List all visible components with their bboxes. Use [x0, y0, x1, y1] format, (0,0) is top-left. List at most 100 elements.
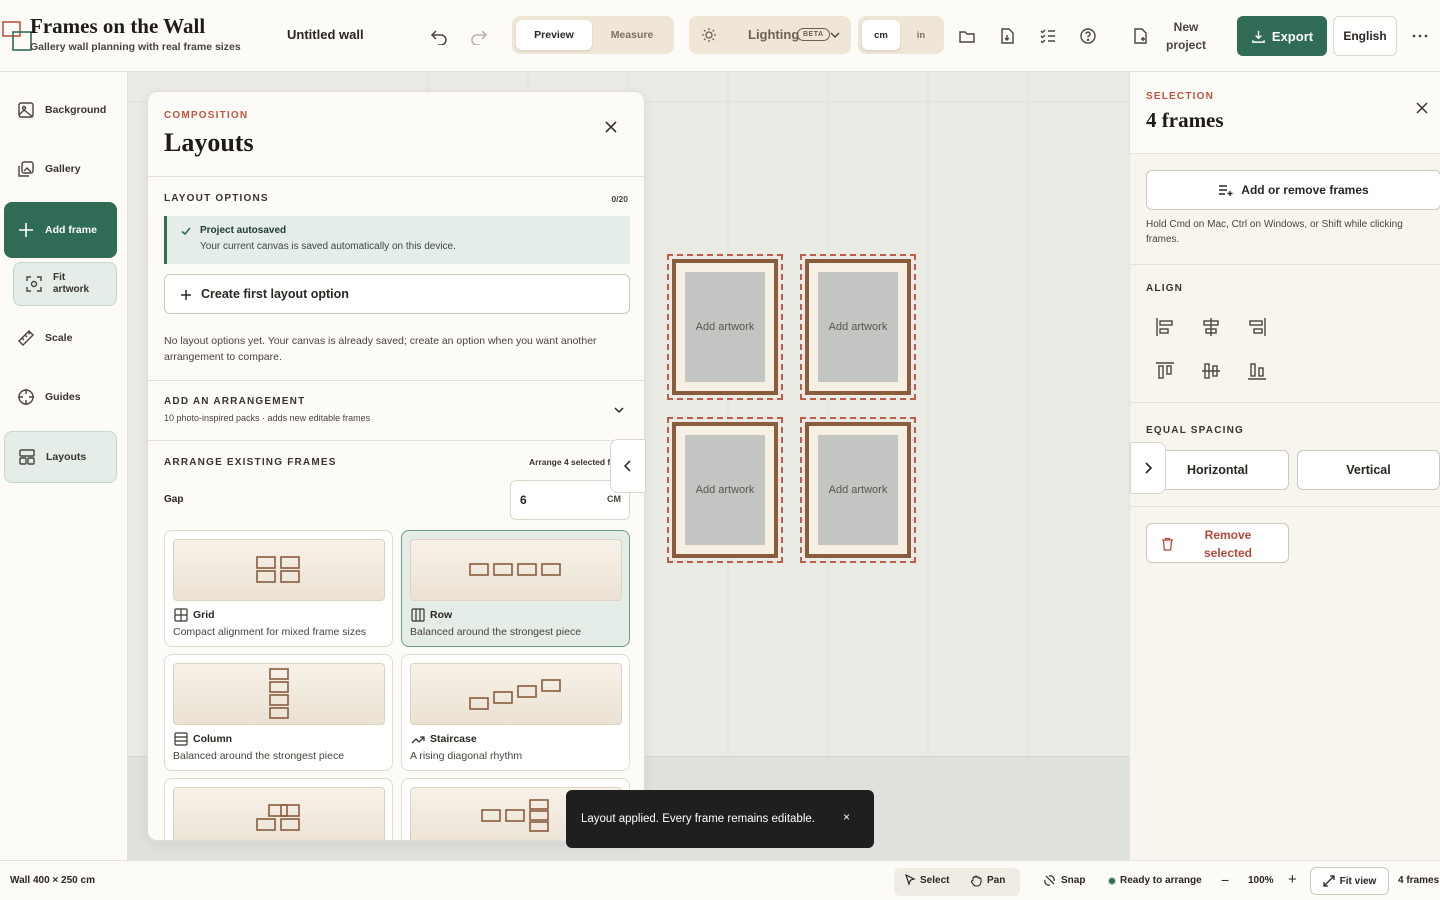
layouts-panel: COMPOSITION Layouts LAYOUT OPTIONS 0/20 …: [147, 91, 645, 841]
add-remove-frames-button[interactable]: Add or remove frames: [1146, 170, 1440, 210]
undo-icon[interactable]: [427, 24, 451, 48]
add-frame-button[interactable]: Add frame: [4, 202, 117, 258]
sidebar-item-layouts[interactable]: Layouts: [4, 431, 117, 483]
trend-up-icon: [411, 736, 425, 744]
remove-selected-button[interactable]: Remove selected: [1146, 523, 1289, 563]
align-left-icon[interactable]: [1154, 316, 1176, 338]
lighting-dropdown[interactable]: Lighting BETA: [689, 16, 851, 54]
add-arrangement-toggle[interactable]: ADD AN ARRANGEMENT 10 photo-inspired pac…: [148, 381, 644, 440]
align-center-vertical-icon[interactable]: [1200, 360, 1222, 382]
layout-card-column[interactable]: Column Balanced around the strongest pie…: [164, 654, 393, 771]
frame[interactable]: Add artwork: [800, 254, 916, 400]
gap-unit: CM: [607, 494, 621, 504]
sidebar-item-guides[interactable]: Guides: [4, 371, 117, 423]
cursor-icon: [905, 874, 916, 886]
language-button[interactable]: English: [1333, 16, 1397, 56]
fit-view-label: Fit view: [1339, 875, 1377, 887]
layout-thumbnail: [410, 663, 622, 725]
select-tool-button[interactable]: Select: [904, 874, 949, 886]
create-layout-label: Create first layout option: [201, 287, 349, 301]
snap-label: Snap: [1061, 875, 1086, 886]
beta-badge: BETA: [797, 28, 830, 41]
space-horizontal-button[interactable]: Horizontal: [1146, 450, 1289, 490]
toast-notification: Layout applied. Every frame remains edit…: [566, 790, 874, 848]
export-button[interactable]: Export: [1237, 16, 1327, 56]
add-artwork-placeholder[interactable]: Add artwork: [818, 435, 898, 545]
add-artwork-placeholder[interactable]: Add artwork: [685, 435, 765, 545]
more-icon[interactable]: [1408, 24, 1432, 48]
lighting-label: Lighting: [748, 27, 800, 42]
layout-thumbnail: [173, 663, 385, 725]
pan-tool-button[interactable]: Pan: [970, 874, 1005, 887]
layout-card-description: Balanced around the strongest piece: [410, 626, 582, 638]
sidebar-item-label: Gallery: [45, 163, 81, 175]
fit-view-button[interactable]: Fit view: [1310, 867, 1389, 895]
autosave-notice: Project autosaved Your current canvas is…: [164, 216, 630, 264]
toast-message: Layout applied. Every frame remains edit…: [581, 813, 815, 825]
crosshair-icon: [18, 389, 34, 405]
add-remove-label: Add or remove frames: [1241, 183, 1369, 197]
add-artwork-placeholder[interactable]: Add artwork: [818, 272, 898, 382]
rows-icon: [174, 732, 188, 746]
select-label: Select: [920, 874, 950, 886]
add-arrangement-title: ADD AN ARRANGEMENT: [164, 396, 306, 407]
autosave-title: Project autosaved: [200, 225, 287, 236]
chevron-right-icon: [1145, 462, 1153, 474]
help-icon[interactable]: [1076, 24, 1100, 48]
redo-icon[interactable]: [467, 24, 491, 48]
sidebar-item-background[interactable]: Background: [4, 84, 117, 136]
layout-thumbnail: [410, 539, 622, 601]
gallery-icon: [18, 161, 34, 177]
frame[interactable]: Add artwork: [667, 254, 783, 400]
magnet-icon: [1044, 875, 1055, 886]
wall-name[interactable]: Untitled wall: [287, 27, 364, 42]
align-bottom-icon[interactable]: [1246, 360, 1268, 382]
space-vertical-button[interactable]: Vertical: [1297, 450, 1440, 490]
tab-preview[interactable]: Preview: [516, 20, 592, 50]
add-artwork-placeholder[interactable]: Add artwork: [685, 272, 765, 382]
layout-card-row[interactable]: Row Balanced around the strongest piece: [401, 530, 630, 647]
align-right-icon[interactable]: [1246, 316, 1268, 338]
layout-card-staircase[interactable]: Staircase A rising diagonal rhythm: [401, 654, 630, 771]
collapse-panel-button[interactable]: [610, 439, 646, 493]
new-project-icon[interactable]: [1128, 24, 1152, 48]
align-label: ALIGN: [1146, 283, 1184, 294]
layout-options-label: LAYOUT OPTIONS: [164, 193, 269, 204]
expand-panel-button[interactable]: [1130, 442, 1166, 494]
zoom-level: 100%: [1248, 875, 1274, 886]
layout-card-description: A rising diagonal rhythm: [410, 750, 523, 762]
fit-artwork-button[interactable]: Fit artwork: [13, 262, 117, 306]
layout-card-name: Column: [193, 733, 233, 745]
status-bar: Wall 400 × 250 cm Select Pan Snap Ready …: [0, 860, 1440, 900]
checklist-icon[interactable]: [1036, 24, 1060, 48]
close-icon[interactable]: [603, 119, 619, 135]
new-project-button[interactable]: New project: [1161, 18, 1211, 54]
toast-close-button[interactable]: ×: [843, 810, 850, 824]
layout-card[interactable]: [164, 778, 393, 840]
create-layout-option-button[interactable]: Create first layout option: [164, 274, 630, 314]
sidebar-item-gallery[interactable]: Gallery: [4, 143, 117, 195]
import-file-icon[interactable]: [995, 24, 1019, 48]
list-add-icon: [1219, 185, 1233, 196]
app-header: Frames on the Wall Gallery wall planning…: [0, 0, 1440, 72]
align-top-icon[interactable]: [1154, 360, 1176, 382]
layout-card-grid[interactable]: Grid Compact alignment for mixed frame s…: [164, 530, 393, 647]
sidebar-item-scale[interactable]: Scale: [4, 312, 117, 364]
pan-label: Pan: [987, 875, 1006, 886]
chevron-left-icon: [623, 460, 631, 472]
zoom-out-button[interactable]: −: [1221, 872, 1229, 888]
folder-icon[interactable]: [955, 24, 979, 48]
tab-unit-cm[interactable]: cm: [862, 20, 900, 50]
equal-spacing-label: EQUAL SPACING: [1146, 425, 1245, 436]
zoom-in-button[interactable]: +: [1288, 871, 1297, 888]
frame[interactable]: Add artwork: [667, 417, 783, 563]
align-center-horizontal-icon[interactable]: [1200, 316, 1222, 338]
frame[interactable]: Add artwork: [800, 417, 916, 563]
wall-size: Wall 400 × 250 cm: [10, 875, 95, 886]
close-icon[interactable]: [1415, 101, 1429, 115]
layout-card-name: Staircase: [430, 733, 477, 745]
tab-unit-in[interactable]: in: [902, 20, 940, 50]
snap-toggle[interactable]: Snap: [1043, 874, 1085, 887]
tab-measure[interactable]: Measure: [594, 20, 670, 50]
plus-icon: [181, 290, 191, 300]
